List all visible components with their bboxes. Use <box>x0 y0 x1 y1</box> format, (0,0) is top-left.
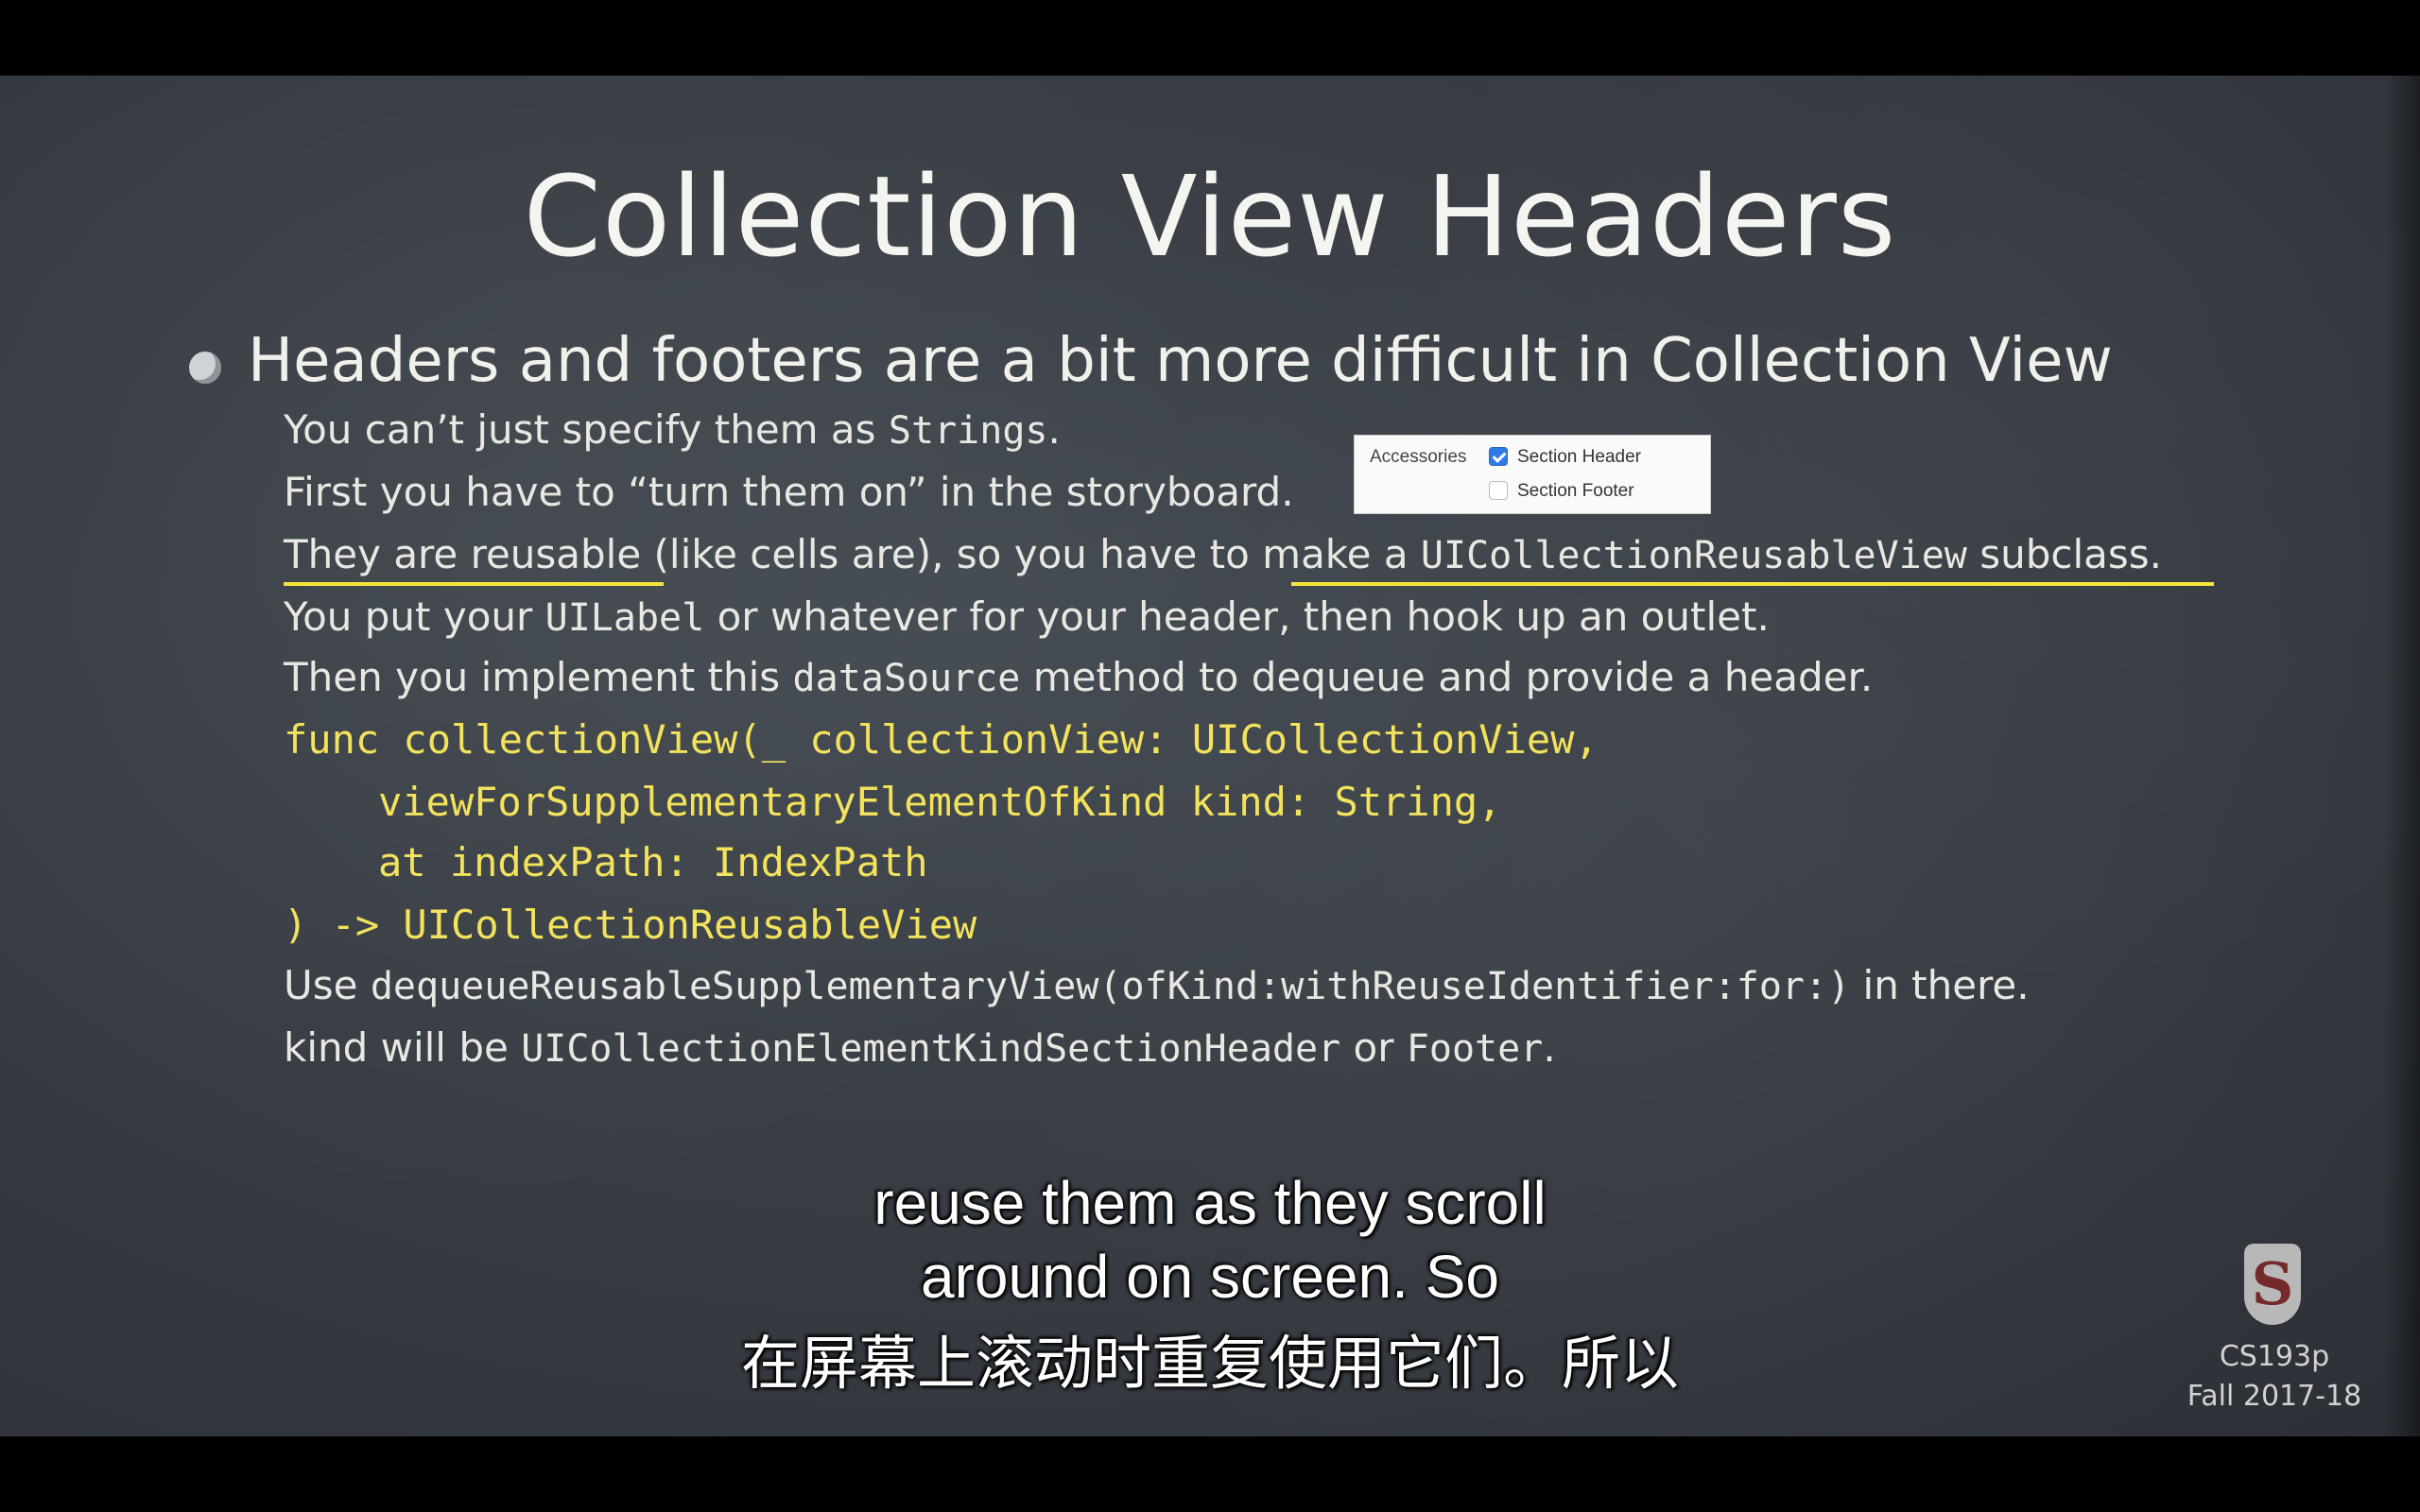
code-line-3: at indexPath: IndexPath <box>378 839 928 885</box>
line-outlet: You put your UILabel or whatever for you… <box>284 593 1770 640</box>
section-header-label: Section Header <box>1517 447 1641 467</box>
underline-subclass <box>1291 582 2214 586</box>
section-footer-label: Section Footer <box>1517 481 1634 501</box>
section-header-checkbox[interactable] <box>1489 447 1508 466</box>
underline-reusable <box>284 582 664 586</box>
line-reusable: They are reusable (like cells are), so y… <box>284 531 2162 577</box>
line-text: You can’t just specify them as <box>284 406 889 453</box>
line-text: (like cells are), so you have to <box>641 531 1263 577</box>
bullet-heading: Headers and footers are a bit more diffi… <box>248 326 2113 396</box>
code-dequeue: dequeueReusableSupplementaryView(ofKind:… <box>370 965 1851 1008</box>
code-uilabel: UILabel <box>544 596 705 640</box>
line-text: in there. <box>1850 962 2030 1008</box>
line-text: You put your <box>284 593 545 640</box>
section-footer-checkbox[interactable] <box>1489 481 1508 500</box>
code-line-1: func collectionView(_ collectionView: UI… <box>284 716 1599 763</box>
line-text: method to dequeue and provide a header. <box>1020 654 1874 700</box>
line-text: They are reusable <box>284 531 642 577</box>
subtitle-en-2: around on screen. So <box>921 1243 1499 1311</box>
code-line-4: ) -> UICollectionReusableView <box>284 902 977 948</box>
code-strings: Strings <box>888 409 1048 453</box>
line-text: First you have to “turn them on” in the … <box>284 469 1294 515</box>
line-strings: You can’t just specify them as Strings. <box>284 406 1061 453</box>
course-term: Fall 2017-18 <box>2187 1380 2362 1413</box>
slide-title: Collection View Headers <box>523 151 1897 282</box>
code-line-2: viewForSupplementaryElementOfKind kind: … <box>378 779 1502 825</box>
course-name: CS193p <box>2219 1340 2330 1373</box>
subtitle-en-1: reuse them as they scroll <box>873 1169 1547 1237</box>
code-kind-header: UICollectionElementKindSectionHeader <box>521 1027 1341 1071</box>
stanford-logo-icon: S <box>2244 1244 2301 1325</box>
line-storyboard: First you have to “turn them on” in the … <box>284 469 1294 515</box>
line-text: make a <box>1262 531 1421 577</box>
code-datasource: dataSource <box>792 657 1021 700</box>
logo-letter: S <box>2251 1249 2294 1318</box>
line-dequeue: Use dequeueReusableSupplementaryView(ofK… <box>284 962 2030 1008</box>
line-datasource: Then you implement this dataSource metho… <box>284 654 1873 700</box>
accessories-label: Accessories <box>1370 447 1467 467</box>
line-text: Use <box>284 962 371 1008</box>
code-footer: Footer <box>1406 1027 1544 1071</box>
line-text: subclass. <box>1966 531 2163 577</box>
accessories-panel: Accessories Section Header Section Foote… <box>1354 435 1711 514</box>
line-text: . <box>1543 1024 1556 1071</box>
line-text: or whatever for your header, then hook u… <box>704 593 1770 640</box>
line-text: or <box>1340 1024 1407 1071</box>
line-kind: kind will be UICollectionElementKindSect… <box>284 1024 1556 1071</box>
line-text: . <box>1047 406 1061 453</box>
line-text: Then you implement this <box>284 654 793 700</box>
code-reusable-view: UICollectionReusableView <box>1420 534 1967 577</box>
line-text: kind will be <box>284 1024 522 1071</box>
subtitle-zh: 在屏幕上滚动时重复使用它们。所以 <box>740 1329 1679 1398</box>
bullet-icon <box>189 352 221 384</box>
